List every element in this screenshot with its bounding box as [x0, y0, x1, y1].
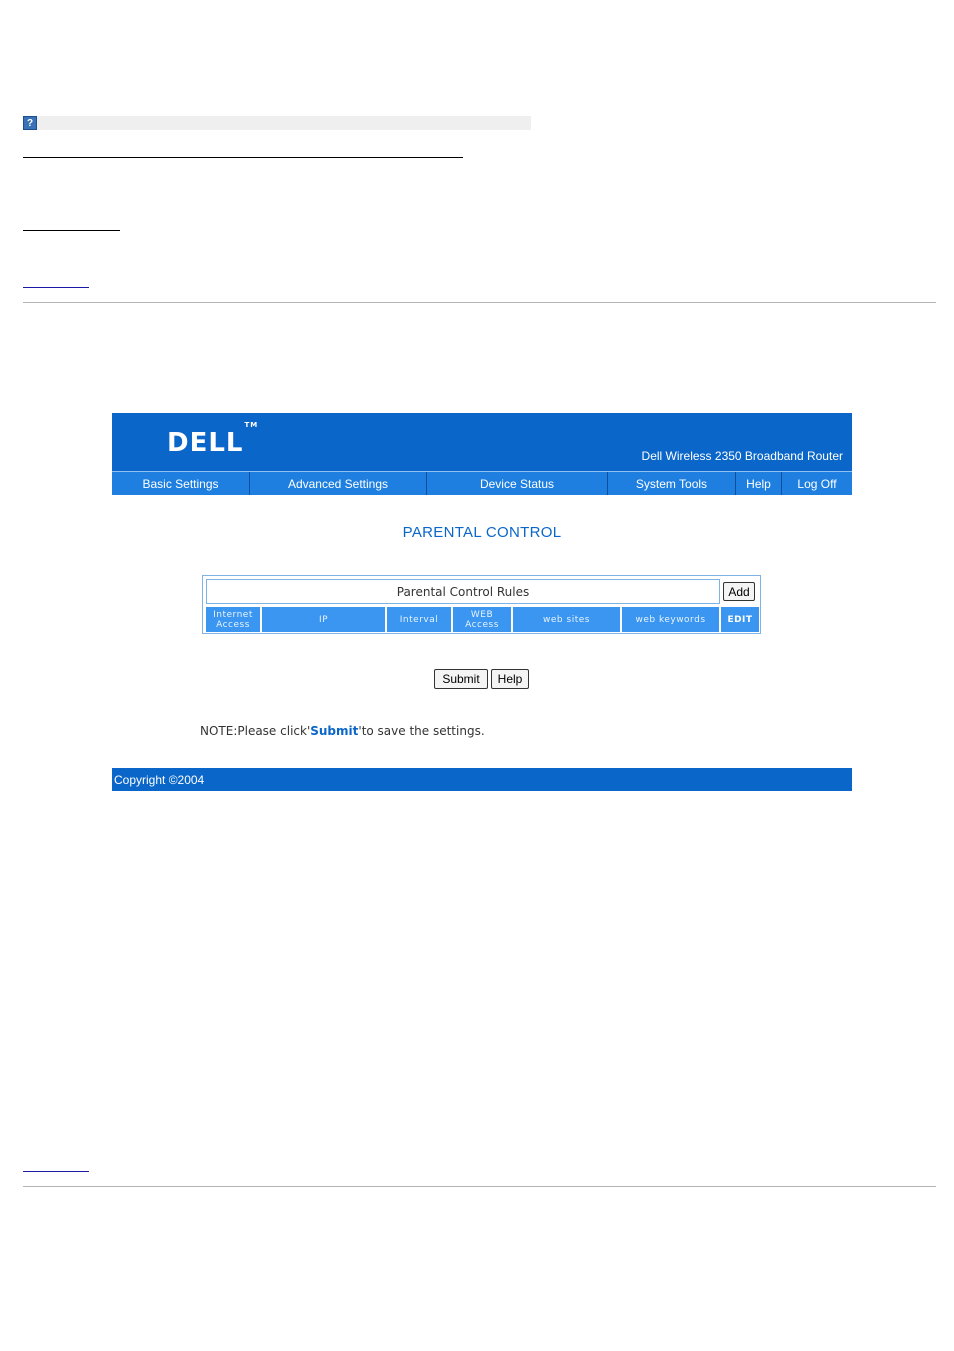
column-web-sites: web sites [513, 607, 622, 632]
section-underline [23, 230, 120, 231]
nav-system-tools[interactable]: System Tools [608, 472, 736, 495]
title-underline [23, 157, 463, 158]
nav-device-status[interactable]: Device Status [427, 472, 608, 495]
header-banner: DELLTM Dell Wireless 2350 Broadband Rout… [112, 413, 852, 471]
back-to-top-link-bottom[interactable] [23, 1171, 89, 1172]
column-internet-access: Internet Access [206, 607, 262, 632]
copyright-footer: Copyright ©2004 [112, 768, 852, 791]
rules-column-headers: Internet Access IP Interval WEB Access w… [206, 607, 759, 632]
column-web-keywords: web keywords [622, 607, 721, 632]
note-suffix: 'to save the settings. [358, 724, 485, 738]
column-ip: IP [262, 607, 387, 632]
nav-advanced-settings[interactable]: Advanced Settings [250, 472, 427, 495]
add-rule-button[interactable]: Add [723, 582, 755, 601]
column-interval: Interval [387, 607, 453, 632]
submit-button[interactable]: Submit [434, 669, 488, 689]
page-title: PARENTAL CONTROL [402, 524, 562, 541]
product-name: Dell Wireless 2350 Broadband Router [641, 449, 843, 463]
logo-text: DELL [167, 428, 244, 458]
help-bar: ? [23, 116, 531, 130]
router-screenshot: DELLTM Dell Wireless 2350 Broadband Rout… [112, 413, 852, 791]
save-note: NOTE:Please click'Submit'to save the set… [200, 724, 485, 738]
logo-trademark: TM [244, 421, 259, 430]
nav-log-off[interactable]: Log Off [782, 472, 852, 495]
column-web-access: WEB Access [453, 607, 513, 632]
nav-basic-settings[interactable]: Basic Settings [112, 472, 250, 495]
horizontal-rule [23, 302, 936, 303]
rules-table-title: Parental Control Rules [206, 579, 720, 604]
back-to-top-link[interactable] [23, 287, 89, 288]
column-edit: EDIT [721, 607, 759, 632]
help-icon[interactable]: ? [23, 116, 37, 130]
note-submit-link[interactable]: Submit [310, 724, 358, 738]
nav-help[interactable]: Help [736, 472, 782, 495]
form-buttons: Submit Help [434, 669, 529, 689]
note-prefix: NOTE:Please click' [200, 724, 311, 738]
rules-table: Parental Control Rules Add Internet Acce… [202, 575, 761, 634]
main-nav: Basic Settings Advanced Settings Device … [112, 471, 852, 495]
horizontal-rule-bottom [23, 1186, 936, 1187]
dell-logo: DELLTM [167, 421, 258, 458]
help-button[interactable]: Help [491, 669, 529, 689]
